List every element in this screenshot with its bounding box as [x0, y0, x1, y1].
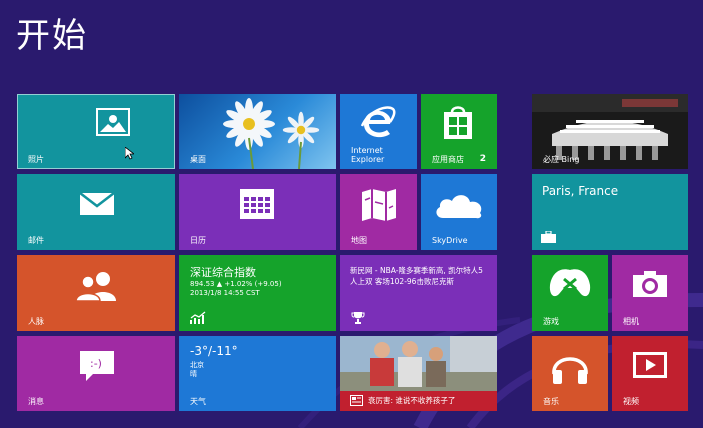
- bing-label: 必应 Bing: [543, 155, 580, 164]
- maps-label: 地图: [351, 236, 367, 245]
- paris-weather-tile[interactable]: Paris, France: [532, 174, 688, 250]
- mail-label: 邮件: [28, 236, 44, 245]
- messaging-label: 消息: [28, 397, 44, 406]
- people-tile[interactable]: 人脉: [17, 255, 175, 331]
- calendar-label: 日历: [190, 236, 206, 245]
- photos-tile[interactable]: 照片: [17, 94, 175, 169]
- photos-label: 照片: [28, 155, 44, 164]
- games-label: 游戏: [543, 317, 559, 326]
- news-icon: [350, 395, 363, 406]
- games-tile[interactable]: 游戏: [532, 255, 608, 331]
- people-label: 人脉: [28, 317, 44, 326]
- finance-tile[interactable]: 深证综合指数 894.53 ▲ +1.02% (+9.05) 2013/1/8 …: [179, 255, 336, 331]
- mouse-cursor-icon: [125, 147, 134, 160]
- finance-index-name: 深证综合指数: [190, 266, 256, 279]
- cloud-icon: [436, 195, 482, 219]
- camera-tile[interactable]: 相机: [612, 255, 688, 331]
- messaging-tile[interactable]: :-) 消息: [17, 336, 175, 411]
- video-tile[interactable]: 视频: [612, 336, 688, 411]
- skydrive-tile[interactable]: SkyDrive: [421, 174, 497, 250]
- weather-temp: -3°/-11°: [190, 344, 238, 358]
- suitcase-icon: [541, 231, 556, 243]
- bing-tile[interactable]: 必应 Bing: [532, 94, 688, 169]
- news-photo-image: [340, 336, 497, 392]
- mail-tile[interactable]: 邮件: [17, 174, 175, 250]
- calendar-icon: [240, 189, 274, 219]
- internet-explorer-icon: [360, 106, 396, 138]
- skydrive-label: SkyDrive: [432, 236, 468, 245]
- trophy-icon: [351, 312, 365, 324]
- store-label: 应用商店: [432, 155, 464, 164]
- ie-label: Internet Explorer: [351, 146, 385, 164]
- photo-icon: [96, 108, 130, 136]
- map-icon: [362, 189, 396, 221]
- start-title: 开始: [16, 16, 88, 56]
- finance-value: 894.53 ▲ +1.02% (+9.05): [190, 280, 282, 288]
- svg-text::-): :-): [90, 357, 102, 370]
- news-caption: 衰厉害: 谁说不收养孩子了: [368, 396, 456, 405]
- people-icon: [75, 272, 116, 301]
- camera-label: 相机: [623, 317, 639, 326]
- music-tile[interactable]: 音乐: [532, 336, 608, 411]
- weather-label: 天气: [190, 397, 206, 406]
- weather-tile[interactable]: -3°/-11° 北京 晴 天气: [179, 336, 336, 411]
- sports-tile[interactable]: 新民网 - NBA-隆多赛季新高, 凯尔特人5人上双 客场102-96击败尼克斯: [340, 255, 497, 331]
- desktop-label: 桌面: [190, 155, 206, 164]
- desktop-tile[interactable]: 桌面: [179, 94, 336, 169]
- sports-headline: 新民网 - NBA-隆多赛季新高, 凯尔特人5人上双 客场102-96击败尼克斯: [350, 266, 483, 286]
- music-label: 音乐: [543, 397, 559, 406]
- xbox-controller-icon: [549, 269, 591, 297]
- play-icon: [633, 352, 667, 378]
- maps-tile[interactable]: 地图: [340, 174, 417, 250]
- camera-icon: [633, 271, 667, 297]
- finance-time: 2013/1/8 14:55 CST: [190, 289, 260, 297]
- chart-up-icon: [190, 311, 206, 324]
- headphones-icon: [552, 357, 588, 384]
- store-icon: [444, 106, 472, 139]
- calendar-tile[interactable]: 日历: [179, 174, 336, 250]
- store-tile[interactable]: 应用商店 2: [421, 94, 497, 169]
- daisy-wallpaper-image: [223, 98, 320, 169]
- video-label: 视频: [623, 397, 639, 406]
- store-badge: 2: [479, 154, 486, 164]
- ie-tile[interactable]: Internet Explorer: [340, 94, 417, 169]
- weather-condition: 晴: [190, 370, 197, 378]
- news-tile[interactable]: 衰厉害: 谁说不收养孩子了: [340, 336, 497, 411]
- paris-city: Paris, France: [542, 184, 619, 198]
- chat-icon: :-): [80, 351, 114, 381]
- mail-icon: [79, 192, 115, 215]
